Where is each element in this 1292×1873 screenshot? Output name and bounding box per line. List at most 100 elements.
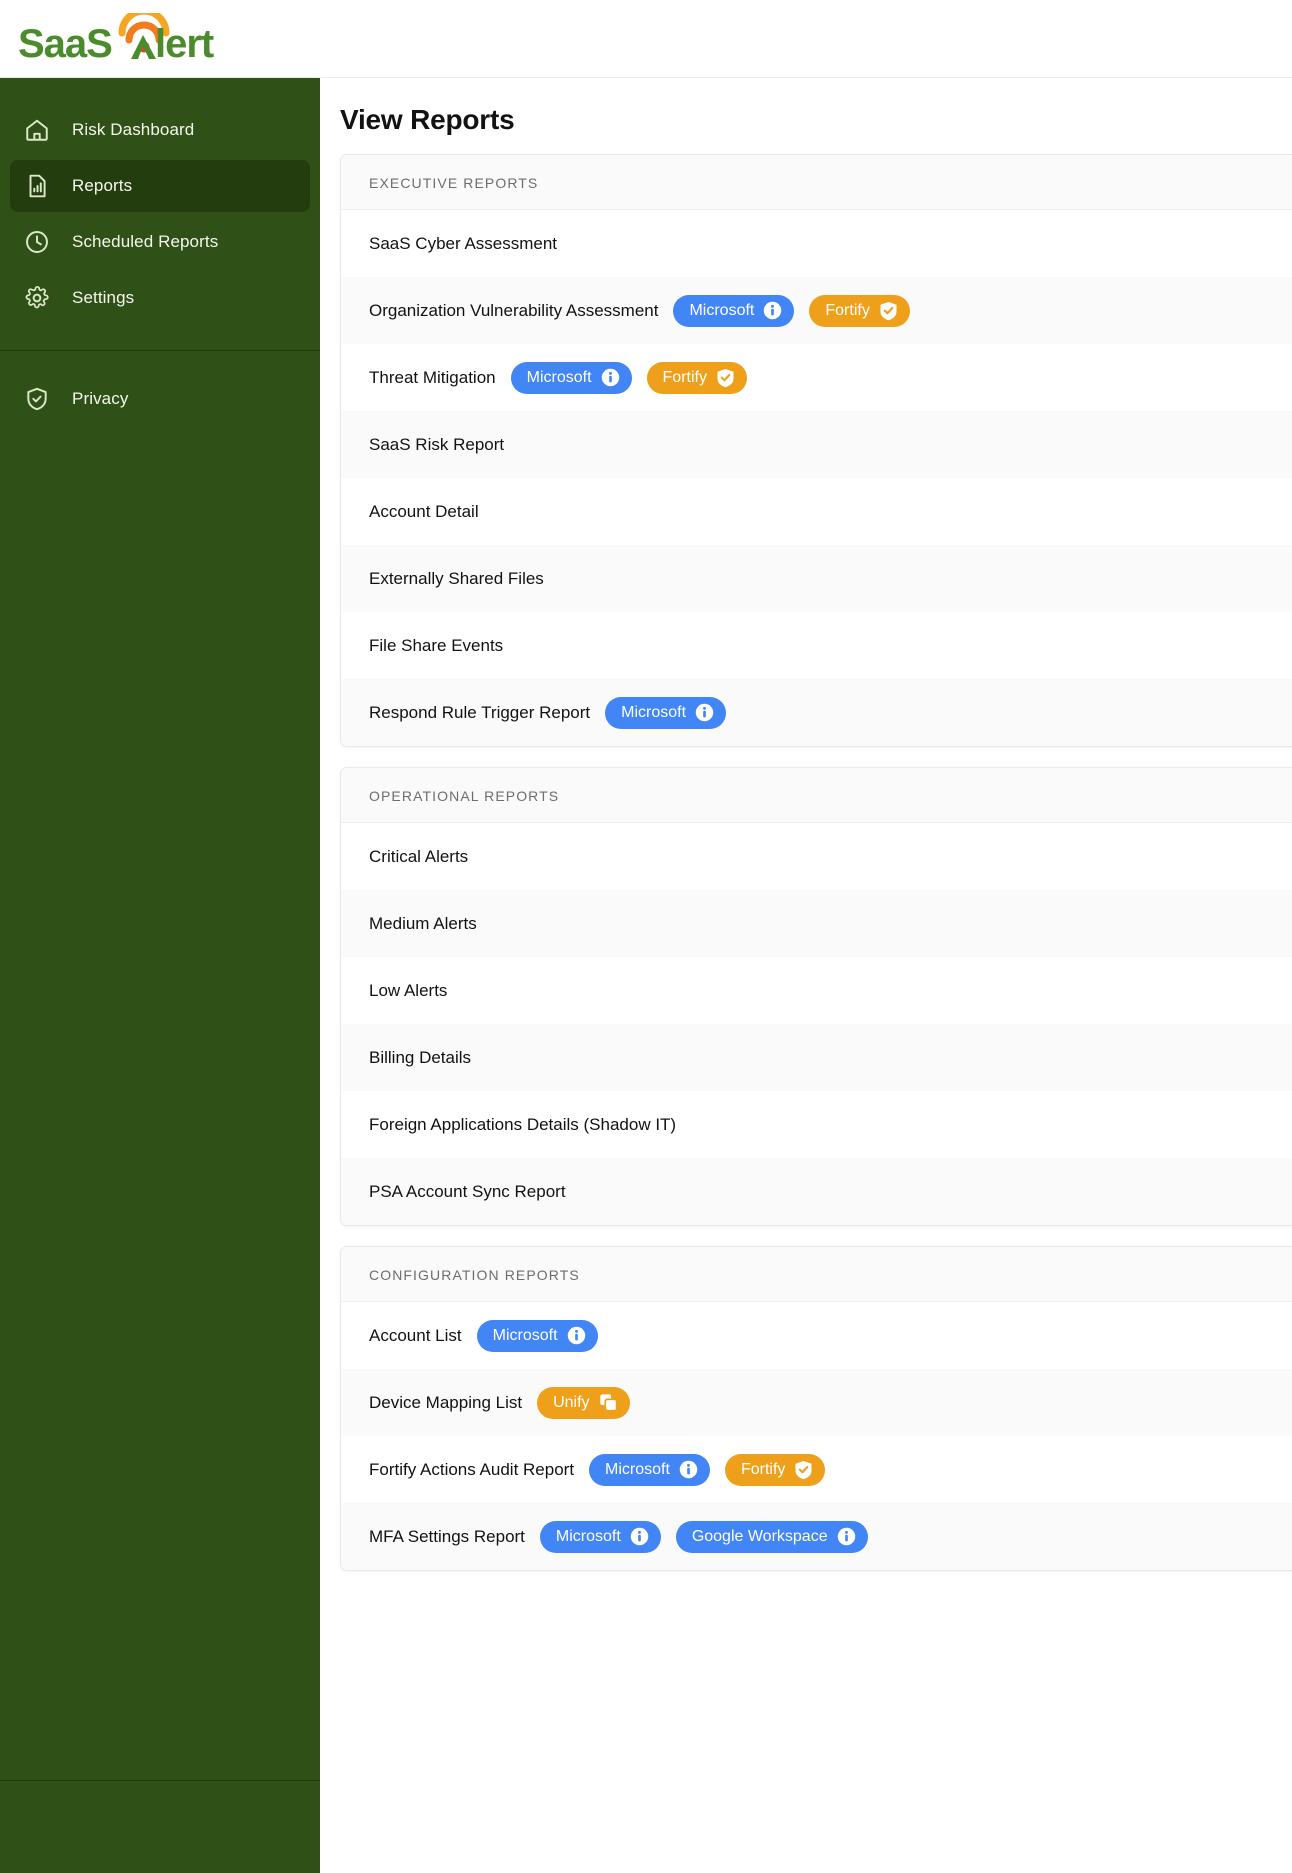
sidebar-item-label: Risk Dashboard xyxy=(72,120,195,139)
copy-layers-icon xyxy=(599,1393,618,1412)
info-icon xyxy=(695,703,714,722)
badge-microsoft[interactable]: Microsoft xyxy=(476,1319,598,1352)
section-header: OPERATIONAL REPORTS xyxy=(341,768,1292,823)
report-row-badges: Microsoft Google Workspace xyxy=(525,1520,868,1553)
shield-check-icon xyxy=(794,1460,813,1480)
saas-alerts-logo[interactable]: SaaS lerts xyxy=(18,12,214,63)
report-row-label: Account Detail xyxy=(369,501,479,521)
report-sections: EXECUTIVE REPORTS SaaS Cyber Assessment Or… xyxy=(340,154,1292,1571)
sidebar-item-label: Scheduled Reports xyxy=(72,232,219,251)
badge-label: Fortify xyxy=(740,1460,786,1478)
report-row-label: PSA Account Sync Report xyxy=(369,1181,566,1201)
shield-check-icon xyxy=(879,301,898,321)
badge-microsoft[interactable]: Microsoft xyxy=(510,361,632,394)
sidebar-item-label: Privacy xyxy=(72,389,129,408)
sidebar-item-reports[interactable]: Reports xyxy=(10,160,310,212)
info-icon xyxy=(567,1326,586,1345)
report-row-label: SaaS Risk Report xyxy=(369,434,505,454)
sidebar-item-label: Settings xyxy=(72,288,135,307)
page-title: View Reports xyxy=(340,104,515,135)
report-row[interactable]: Low Alerts xyxy=(341,957,1292,1024)
report-row-label: Account List xyxy=(369,1325,462,1345)
badge-label: Unify xyxy=(553,1393,590,1411)
section-header: CONFIGURATION REPORTS xyxy=(341,1247,1292,1302)
badge-label: Fortify xyxy=(662,368,707,386)
report-row-badges: Microsoft xyxy=(590,696,727,729)
report-row[interactable]: SaaS Risk Report xyxy=(341,411,1292,478)
badge-fortify[interactable]: Fortify xyxy=(809,294,910,327)
badge-label: Microsoft xyxy=(689,301,755,319)
report-chart-icon xyxy=(22,171,52,201)
sidebar-nav-bottom: Privacy xyxy=(0,351,320,429)
badge-label: Microsoft xyxy=(605,1460,670,1478)
badge-label: Microsoft xyxy=(555,1527,621,1545)
badge-label: Microsoft xyxy=(621,703,687,721)
report-row[interactable]: Respond Rule Trigger Report Microsoft xyxy=(341,679,1292,746)
svg-text:lerts: lerts xyxy=(155,22,214,63)
app-root: SaaS lerts Risk Dashboard xyxy=(0,0,1292,1873)
report-row-label: Organization Vulnerability Assessment xyxy=(369,300,659,320)
badge-microsoft[interactable]: Microsoft xyxy=(605,696,727,729)
svg-text:SaaS: SaaS xyxy=(18,22,112,63)
report-row-label: Fortify Actions Audit Report xyxy=(369,1459,575,1479)
report-row-label: Externally Shared Files xyxy=(369,568,544,588)
report-row-label: SaaS Cyber Assessment xyxy=(369,233,558,253)
report-row[interactable]: MFA Settings Report Microsoft Google Works… xyxy=(341,1503,1292,1570)
badge-label: Fortify xyxy=(825,301,870,319)
report-row[interactable]: Threat Mitigation Microsoft Fortify xyxy=(341,344,1292,411)
badge-fortify[interactable]: Fortify xyxy=(724,1453,826,1486)
report-section-card: CONFIGURATION REPORTS Account List Microso… xyxy=(340,1246,1292,1571)
report-row[interactable]: Billing Details xyxy=(341,1024,1292,1091)
report-row-label: MFA Settings Report xyxy=(369,1526,525,1546)
top-bar: SaaS lerts xyxy=(0,0,1292,78)
report-row[interactable]: Device Mapping List Unify xyxy=(341,1369,1292,1436)
report-row[interactable]: File Share Events xyxy=(341,612,1292,679)
section-header: EXECUTIVE REPORTS xyxy=(341,155,1292,210)
report-row-badges: Microsoft Fortify xyxy=(496,361,747,394)
home-icon xyxy=(22,115,52,145)
report-row-badges: Microsoft Fortify xyxy=(658,294,910,327)
badge-microsoft[interactable]: Microsoft xyxy=(539,1520,661,1553)
report-row-badges: Unify xyxy=(522,1386,630,1419)
report-row[interactable]: Fortify Actions Audit Report Microsoft For… xyxy=(341,1436,1292,1503)
badge-fortify[interactable]: Fortify xyxy=(646,361,747,394)
sidebar-item-risk-dashboard[interactable]: Risk Dashboard xyxy=(10,104,310,156)
badge-unify[interactable]: Unify xyxy=(537,1386,630,1419)
sidebar-footer xyxy=(0,1781,320,1873)
report-row-label: Threat Mitigation xyxy=(369,367,496,387)
report-row[interactable]: Medium Alerts xyxy=(341,890,1292,957)
report-row-label: Respond Rule Trigger Report xyxy=(369,702,591,722)
gear-icon xyxy=(22,283,52,313)
report-row-label: Billing Details xyxy=(369,1047,472,1067)
report-row[interactable]: Foreign Applications Details (Shadow IT) xyxy=(341,1091,1292,1158)
report-row[interactable]: Critical Alerts xyxy=(341,823,1292,890)
info-icon xyxy=(837,1527,856,1546)
report-row-label: Foreign Applications Details (Shadow IT) xyxy=(369,1114,677,1134)
sidebar-item-settings[interactable]: Settings xyxy=(10,272,310,324)
info-icon xyxy=(679,1460,698,1479)
badge-google[interactable]: Google Workspace xyxy=(675,1520,868,1553)
badge-microsoft[interactable]: Microsoft xyxy=(673,294,795,327)
badge-label: Microsoft xyxy=(526,368,592,386)
report-row[interactable]: Account Detail xyxy=(341,478,1292,545)
info-icon xyxy=(601,368,620,387)
report-row[interactable]: SaaS Cyber Assessment xyxy=(341,210,1292,277)
report-row-label: Low Alerts xyxy=(369,980,448,1000)
report-row-badges: Microsoft xyxy=(462,1319,598,1352)
info-icon xyxy=(763,301,782,320)
report-row[interactable]: PSA Account Sync Report xyxy=(341,1158,1292,1225)
badge-label: Google Workspace xyxy=(691,1527,828,1545)
report-row[interactable]: Organization Vulnerability Assessment Mic… xyxy=(341,277,1292,344)
report-section-card: EXECUTIVE REPORTS SaaS Cyber Assessment Or… xyxy=(340,154,1292,747)
shield-check-icon xyxy=(22,384,52,414)
sidebar-item-privacy[interactable]: Privacy xyxy=(10,373,310,425)
badge-microsoft[interactable]: Microsoft xyxy=(589,1453,710,1486)
sidebar: Risk Dashboard Reports Scheduled Reports… xyxy=(0,78,320,1873)
report-row[interactable]: Account List Microsoft xyxy=(341,1302,1292,1369)
badge-label: Microsoft xyxy=(492,1326,558,1344)
sidebar-item-scheduled-reports[interactable]: Scheduled Reports xyxy=(10,216,310,268)
sidebar-item-label: Reports xyxy=(72,176,133,195)
report-row[interactable]: Externally Shared Files xyxy=(341,545,1292,612)
report-row-label: Medium Alerts xyxy=(369,913,477,933)
